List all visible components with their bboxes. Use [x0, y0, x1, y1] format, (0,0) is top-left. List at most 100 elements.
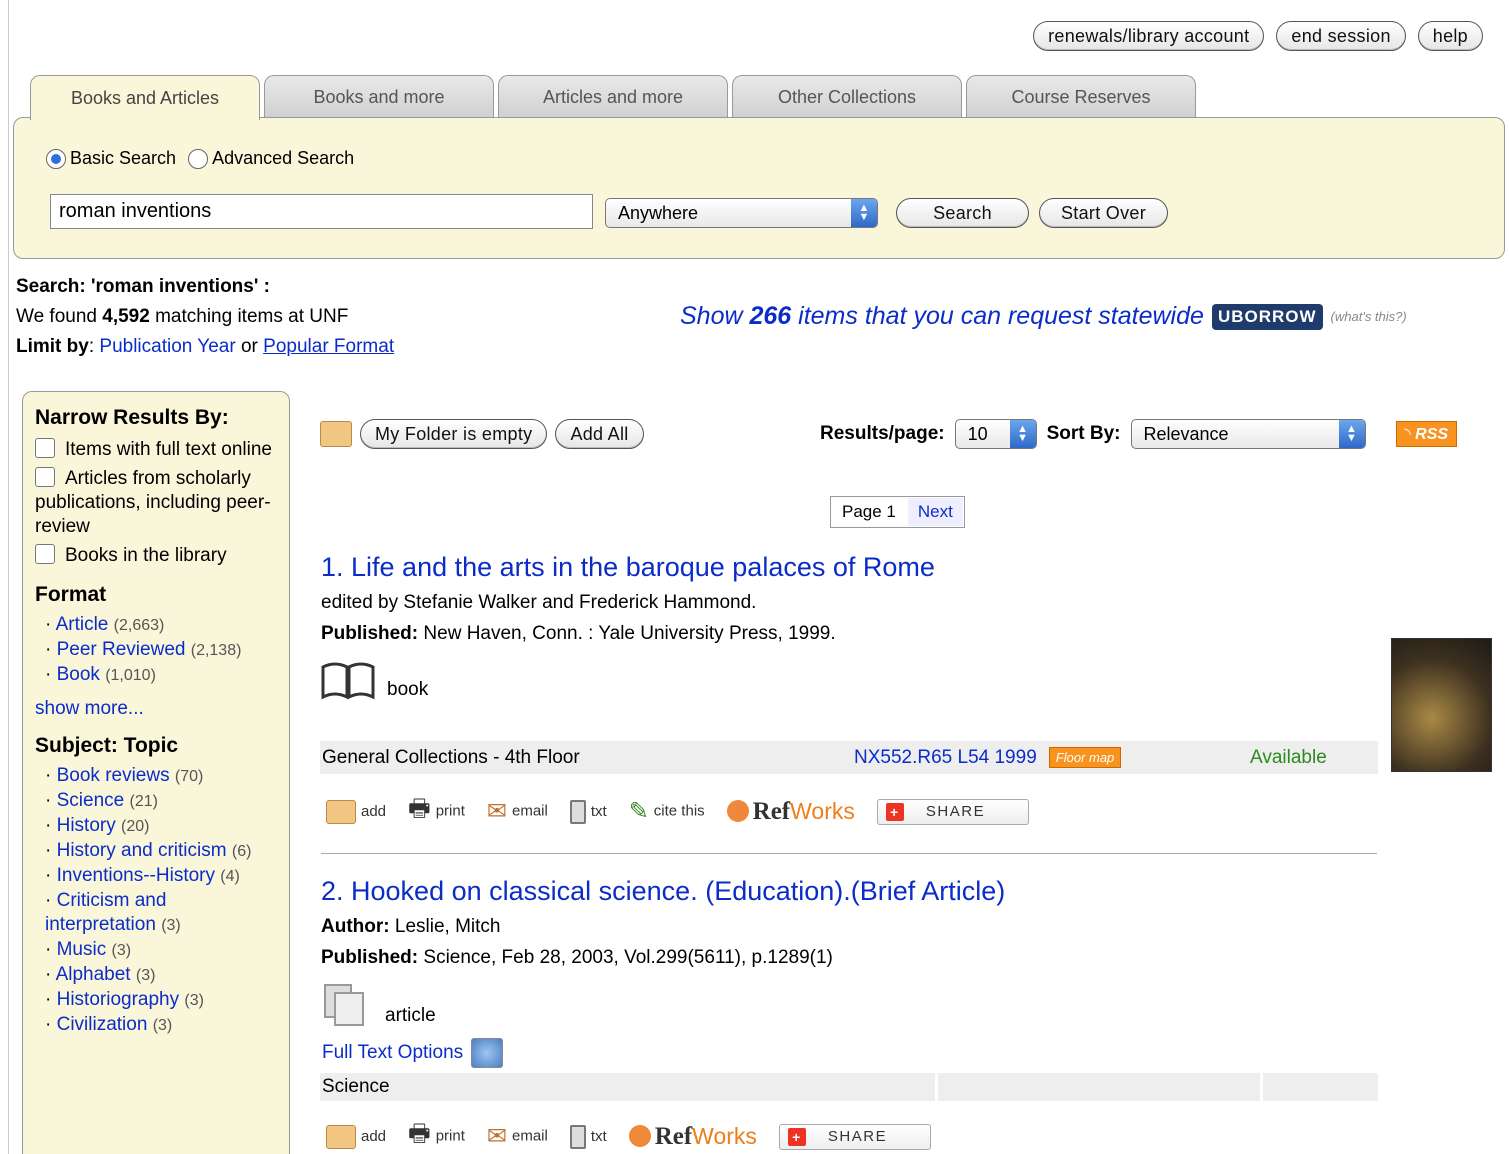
- end-session-button[interactable]: end session: [1276, 21, 1406, 51]
- results-per-page-select[interactable]: 10 ▲ ▼: [954, 419, 1037, 449]
- subject-link[interactable]: History and criticism: [57, 840, 227, 861]
- library-account-button[interactable]: renewals/library account: [1033, 21, 1265, 51]
- list-item: · Science (21): [45, 790, 158, 811]
- subject-link[interactable]: History: [57, 815, 116, 836]
- article-icon: [324, 984, 364, 1026]
- call-number-link[interactable]: NX552.R65 L54 1999: [854, 747, 1037, 769]
- share-button[interactable]: + SHARE: [778, 1123, 931, 1150]
- result-count: 4,592: [102, 306, 150, 327]
- facet-count: (1,010): [105, 667, 156, 684]
- facet-label: Books in the library: [65, 545, 227, 566]
- list-item: · Civilization (3): [45, 1014, 173, 1035]
- subject-link[interactable]: Criticism and interpretation: [45, 890, 166, 935]
- add-action[interactable]: add: [326, 799, 386, 824]
- tab-articles-and-more[interactable]: Articles and more: [498, 75, 728, 119]
- results-toolbar: Results/page: 10 ▲ ▼ Sort By: Relevance ▲ ▼ …: [820, 419, 1458, 449]
- page-left-border: [8, 0, 9, 1154]
- refworks-icon: [628, 1124, 651, 1147]
- my-folder-button[interactable]: My Folder is empty: [360, 419, 548, 449]
- format-book-link[interactable]: Book: [57, 664, 100, 685]
- subject-link[interactable]: Historiography: [57, 989, 180, 1010]
- add-action[interactable]: add: [326, 1124, 386, 1149]
- subject-link[interactable]: Music: [57, 939, 107, 960]
- txt-action[interactable]: txt: [569, 799, 607, 824]
- whats-this-link[interactable]: (what's this?): [1331, 309, 1407, 324]
- book-cover-thumbnail[interactable]: [1391, 638, 1492, 772]
- search-label: Search: 'roman inventions' :: [16, 276, 270, 297]
- format-article-link[interactable]: Article: [56, 614, 109, 635]
- next-page-link[interactable]: Next: [906, 497, 964, 527]
- list-item: · Music (3): [45, 939, 132, 960]
- print-action[interactable]: 🖶 print: [408, 791, 465, 832]
- search-input[interactable]: [50, 194, 593, 229]
- refworks-works: Works: [790, 797, 855, 824]
- facet-count: (3): [135, 967, 156, 984]
- checkbox[interactable]: [35, 544, 55, 564]
- refworks-button[interactable]: RefWorks: [628, 1123, 757, 1151]
- sort-label: Sort By:: [1046, 423, 1121, 444]
- pencil-icon: ✎: [628, 798, 649, 825]
- search-field-select[interactable]: Anywhere ▲ ▼: [605, 198, 878, 228]
- checkbox[interactable]: [35, 467, 55, 487]
- floor-map-button[interactable]: Floor map: [1048, 747, 1122, 768]
- uborrow-logo[interactable]: UBORROW: [1211, 303, 1323, 330]
- found-pre: We found: [16, 306, 103, 327]
- result-title-link[interactable]: 1. Life and the arts in the baroque pala…: [321, 552, 935, 582]
- publication-year-link[interactable]: Publication Year: [99, 336, 235, 357]
- tab-books-and-more[interactable]: Books and more: [264, 75, 494, 119]
- result-2: 2. Hooked on classical science. (Educati…: [321, 876, 1005, 1027]
- result-2-actions: add 🖶 print ✉ email txt RefWorks + SHARE: [326, 1116, 931, 1154]
- subject-link[interactable]: Civilization: [57, 1014, 148, 1035]
- tab-other-collections[interactable]: Other Collections: [732, 75, 962, 119]
- format-peer-reviewed-link[interactable]: Peer Reviewed: [57, 639, 186, 660]
- subject-link[interactable]: Book reviews: [57, 765, 170, 786]
- facet-full-text[interactable]: Items with full text online: [35, 436, 277, 463]
- phone-icon: [569, 799, 586, 824]
- limit-label: Limit by: [16, 336, 89, 357]
- facet-count: (3): [161, 917, 181, 934]
- txt-label: txt: [590, 1127, 607, 1145]
- select-arrows-icon: ▲ ▼: [851, 199, 877, 227]
- txt-action[interactable]: txt: [569, 1124, 607, 1149]
- tab-books-and-articles[interactable]: Books and Articles: [30, 75, 260, 120]
- sort-select[interactable]: Relevance ▲ ▼: [1130, 419, 1366, 449]
- advanced-search-radio[interactable]: [188, 148, 209, 169]
- cite-label: cite this: [653, 802, 705, 820]
- checkbox[interactable]: [35, 438, 55, 458]
- found-post: matching items at UNF: [149, 306, 349, 327]
- published-value: New Haven, Conn. : Yale University Press…: [418, 623, 836, 644]
- popular-format-link[interactable]: Popular Format: [263, 336, 394, 357]
- uborrow-link[interactable]: Show 266 items that you can request stat…: [680, 302, 1204, 331]
- result-title-link[interactable]: 2. Hooked on classical science. (Educati…: [321, 876, 1005, 906]
- published-label: Published:: [321, 947, 419, 968]
- facet-scholarly[interactable]: Articles from scholarly publications, in…: [35, 467, 277, 539]
- search-button[interactable]: Search: [896, 198, 1029, 228]
- refworks-button[interactable]: RefWorks: [726, 797, 855, 826]
- print-label: print: [435, 802, 465, 820]
- basic-search-radio[interactable]: [46, 148, 66, 169]
- start-over-button[interactable]: Start Over: [1039, 198, 1168, 228]
- availability-status: Available: [1250, 746, 1327, 768]
- tab-course-reserves[interactable]: Course Reserves: [966, 75, 1196, 119]
- advanced-search-label: Advanced Search: [212, 148, 355, 168]
- globe-icon[interactable]: [471, 1038, 504, 1068]
- email-action[interactable]: ✉ email: [487, 1122, 548, 1151]
- help-button[interactable]: help: [1417, 21, 1483, 51]
- add-all-button[interactable]: Add All: [555, 419, 644, 449]
- printer-icon: 🖶: [408, 1120, 431, 1147]
- rss-button[interactable]: ◝ RSS: [1395, 421, 1458, 447]
- subject-link[interactable]: Alphabet: [56, 964, 131, 985]
- show-more-link[interactable]: show more...: [35, 698, 144, 719]
- email-action[interactable]: ✉ email: [487, 797, 548, 826]
- subject-link[interactable]: Science: [57, 790, 125, 811]
- current-page: Page 1: [831, 497, 907, 527]
- cite-action[interactable]: ✎ cite this: [629, 797, 705, 826]
- published-value: Science, Feb 28, 2003, Vol.299(5611), p.…: [418, 947, 833, 968]
- share-button[interactable]: + SHARE: [876, 798, 1029, 825]
- subject-link[interactable]: Inventions--History: [57, 865, 215, 886]
- print-action[interactable]: 🖶 print: [408, 1116, 465, 1154]
- facet-books-library[interactable]: Books in the library: [35, 542, 277, 569]
- full-text-options-link[interactable]: Full Text Options: [322, 1042, 463, 1064]
- facet-count: (3): [111, 942, 132, 959]
- share-label: SHARE: [925, 803, 986, 820]
